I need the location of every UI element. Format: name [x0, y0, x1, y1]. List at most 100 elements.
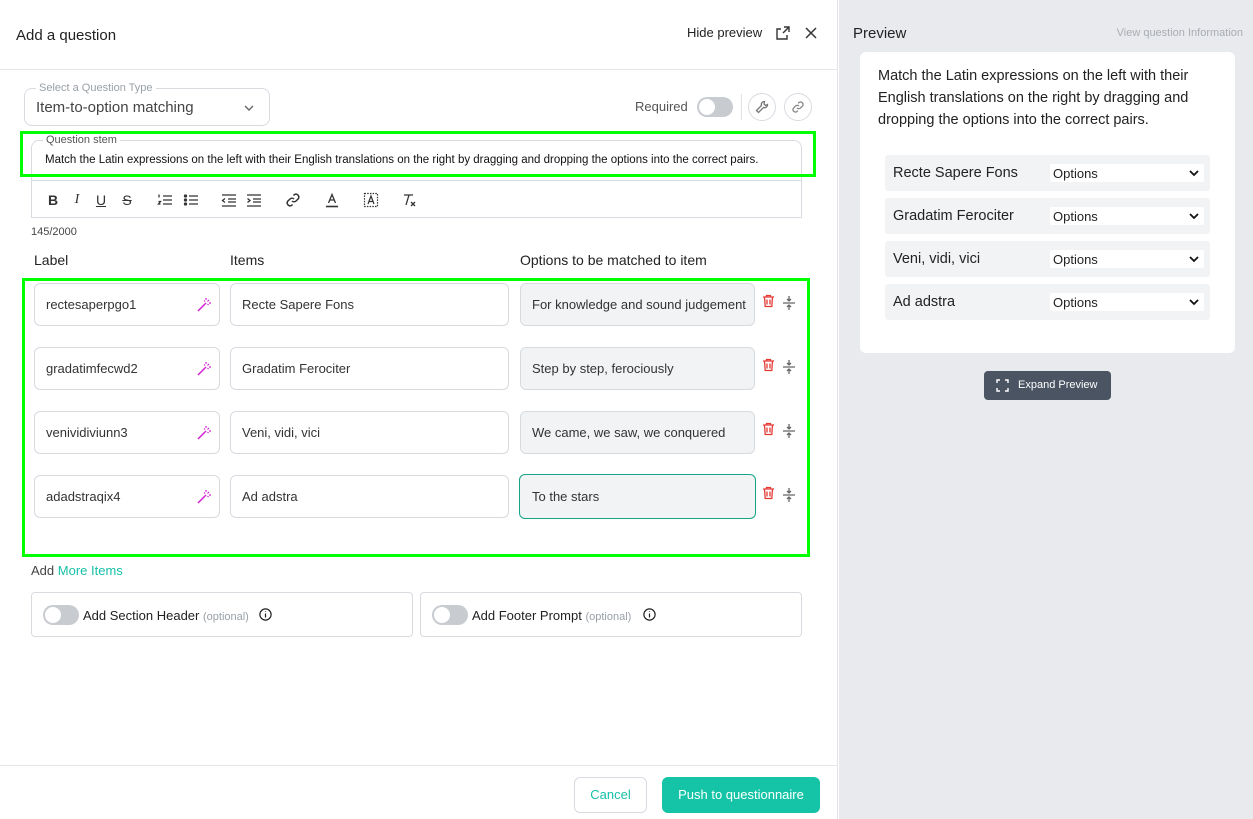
trash-icon[interactable] [762, 294, 775, 308]
option-input[interactable]: Step by step, ferociously [520, 347, 755, 390]
preview-item: Veni, vidi, vici [893, 251, 981, 267]
info-icon[interactable] [259, 608, 272, 621]
trash-icon[interactable] [762, 422, 775, 436]
footer-prompt-toggle[interactable] [432, 605, 468, 625]
editor-header: Add a question Hide preview [0, 0, 838, 70]
expand-preview-button[interactable]: Expand Preview [984, 371, 1111, 400]
text-color-icon[interactable] [324, 192, 340, 208]
options-select-value: Options [1053, 295, 1098, 310]
question-type-select[interactable]: Select a Question Type Item-to-option ma… [24, 82, 270, 126]
ordered-list-icon[interactable] [157, 192, 173, 208]
chevron-down-icon [1189, 256, 1199, 263]
optional-tag: (optional) [202, 611, 249, 623]
cancel-button[interactable]: Cancel [574, 777, 647, 813]
item-value: Ad adstra [242, 489, 298, 504]
label-value: venividiviunn3 [46, 425, 128, 440]
question-stem-label: Question stem [43, 134, 120, 146]
question-stem-field[interactable]: Question stem Match the Latin expression… [31, 134, 802, 180]
label-input[interactable]: adadstraqix4 [34, 475, 220, 518]
preview-row: Ad adstra Options [885, 284, 1210, 320]
item-value: Veni, vidi, vici [242, 425, 321, 440]
preview-panel: Preview View question Information Match … [839, 0, 1253, 819]
chevron-down-icon [244, 105, 254, 111]
trash-icon[interactable] [762, 486, 775, 500]
hide-preview-button[interactable]: Hide preview [687, 25, 762, 40]
option-input[interactable]: We came, we saw, we conquered [520, 411, 755, 454]
preview-item: Recte Sapere Fons [893, 165, 1018, 181]
info-icon[interactable] [643, 608, 656, 621]
expand-icon [996, 379, 1009, 392]
option-input[interactable]: To the stars [519, 474, 756, 519]
more-items-link[interactable]: More Items [58, 563, 123, 578]
magic-wand-icon[interactable] [195, 488, 213, 506]
underline-icon[interactable]: U [93, 192, 109, 208]
question-stem-text: Match the Latin expressions on the left … [45, 154, 759, 166]
strikethrough-icon[interactable]: S [119, 192, 135, 208]
settings-button[interactable] [748, 93, 776, 121]
label-value: rectesaperpgo1 [46, 297, 137, 312]
options-select[interactable]: Options [1050, 293, 1204, 311]
link-button[interactable] [784, 93, 812, 121]
footer-prompt-label: Add Footer Prompt (optional) [472, 608, 631, 623]
column-header-items: Items [230, 252, 265, 268]
item-input[interactable]: Ad adstra [230, 475, 509, 518]
section-header-box: Add Section Header (optional) [31, 592, 413, 637]
magic-wand-icon[interactable] [195, 424, 213, 442]
item-input[interactable]: Gradatim Ferociter [230, 347, 509, 390]
drag-handle-icon[interactable] [782, 359, 796, 375]
indent-icon[interactable] [246, 192, 262, 208]
column-header-label: Label [34, 252, 69, 268]
wrench-icon [755, 100, 769, 114]
drag-handle-icon[interactable] [782, 295, 796, 311]
close-icon[interactable] [803, 25, 819, 41]
drag-handle-icon[interactable] [782, 423, 796, 439]
option-input[interactable]: For knowledge and sound judgement [520, 283, 755, 326]
question-type-value: Item-to-option matching [36, 99, 194, 116]
divider [741, 94, 742, 120]
required-toggle[interactable] [697, 97, 733, 117]
outdent-icon[interactable] [221, 192, 237, 208]
item-value: Gradatim Ferociter [242, 361, 351, 376]
label-input[interactable]: venividiviunn3 [34, 411, 220, 454]
preview-row: Gradatim Ferociter Options [885, 198, 1210, 234]
link-icon[interactable] [285, 192, 301, 208]
add-prefix: Add [31, 563, 55, 578]
options-select[interactable]: Options [1050, 250, 1204, 268]
option-value: Step by step, ferociously [532, 361, 674, 376]
question-type-label: Select a Question Type [36, 82, 156, 94]
options-select[interactable]: Options [1050, 207, 1204, 225]
char-count: 145/2000 [31, 226, 77, 238]
push-to-questionnaire-button[interactable]: Push to questionnaire [662, 777, 820, 813]
magic-wand-icon[interactable] [195, 360, 213, 378]
highlight-icon[interactable] [363, 192, 379, 208]
preview-item: Gradatim Ferociter [893, 208, 1014, 224]
clear-format-icon[interactable] [401, 192, 417, 208]
preview-question: Match the Latin expressions on the left … [878, 68, 1189, 128]
column-header-options: Options to be matched to item [520, 252, 707, 268]
bold-icon[interactable]: B [45, 192, 61, 208]
drag-handle-icon[interactable] [782, 487, 796, 503]
item-value: Recte Sapere Fons [242, 297, 355, 312]
section-header-text: Add Section Header [83, 608, 200, 623]
label-input[interactable]: rectesaperpgo1 [34, 283, 220, 326]
magic-wand-icon[interactable] [195, 296, 213, 314]
popout-icon[interactable] [775, 25, 791, 41]
optional-tag: (optional) [585, 611, 632, 623]
section-header-toggle[interactable] [43, 605, 79, 625]
options-select-value: Options [1053, 252, 1098, 267]
italic-icon[interactable]: I [69, 192, 85, 208]
preview-row: Veni, vidi, vici Options [885, 241, 1210, 277]
item-input[interactable]: Recte Sapere Fons [230, 283, 509, 326]
trash-icon[interactable] [762, 358, 775, 372]
chevron-down-icon [1189, 213, 1199, 220]
preview-title: Preview [853, 25, 907, 42]
page-title: Add a question [16, 27, 117, 44]
item-input[interactable]: Veni, vidi, vici [230, 411, 509, 454]
bullet-list-icon[interactable] [183, 192, 199, 208]
section-header-label: Add Section Header (optional) [83, 608, 249, 623]
view-question-info-link[interactable]: View question Information [1117, 27, 1243, 39]
options-select[interactable]: Options [1050, 164, 1204, 182]
rich-text-toolbar: B I U S [31, 180, 802, 218]
label-input[interactable]: gradatimfecwd2 [34, 347, 220, 390]
option-value: For knowledge and sound judgement [532, 297, 746, 312]
